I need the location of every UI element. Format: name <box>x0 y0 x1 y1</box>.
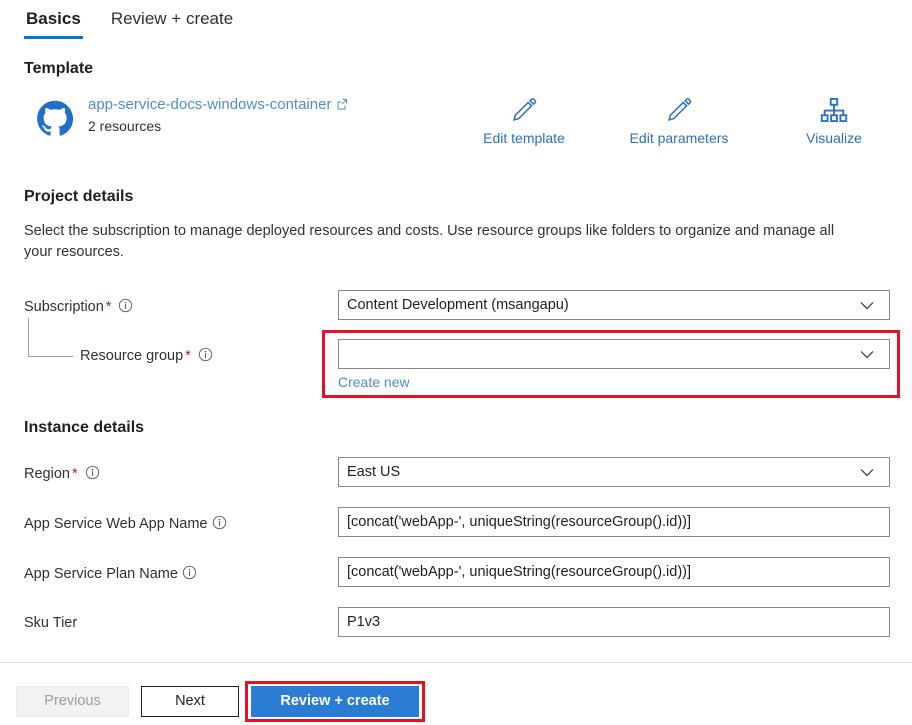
visualize-label: Visualize <box>806 130 862 146</box>
external-link-icon <box>336 97 348 114</box>
required-asterisk: * <box>105 299 112 315</box>
project-details-description: Select the subscription to manage deploy… <box>24 223 835 260</box>
footer-divider <box>0 662 912 663</box>
template-resource-count: 2 resources <box>88 118 162 134</box>
plan-name-input[interactable] <box>338 557 890 587</box>
info-icon[interactable] <box>182 565 197 584</box>
tab-basics[interactable]: Basics <box>24 8 83 39</box>
edit-template-button[interactable]: Edit template <box>444 96 604 146</box>
template-name: app-service-docs-windows-container <box>88 96 332 113</box>
template-heading: Template <box>24 60 94 77</box>
resource-group-label-text: Resource group <box>80 348 184 364</box>
template-link[interactable]: app-service-docs-windows-container <box>88 96 348 114</box>
info-icon[interactable] <box>198 347 213 366</box>
resource-group-select[interactable] <box>338 339 890 369</box>
sku-tier-input[interactable] <box>338 607 890 637</box>
plan-name-label-text: App Service Plan Name <box>24 566 178 582</box>
github-icon <box>36 100 74 138</box>
tree-connector <box>28 318 73 357</box>
sku-tier-label: Sku Tier <box>24 615 78 631</box>
hierarchy-icon <box>754 96 912 126</box>
review-create-button[interactable]: Review + create <box>251 686 419 717</box>
plan-name-label: App Service Plan Name <box>24 565 197 584</box>
edit-parameters-button[interactable]: Edit parameters <box>599 96 759 146</box>
tab-review-create[interactable]: Review + create <box>109 8 235 39</box>
required-asterisk: * <box>185 348 191 364</box>
subscription-label: Subscription * <box>24 298 133 317</box>
region-label-text: Region <box>24 466 70 482</box>
pencil-icon <box>599 96 759 126</box>
create-new-link[interactable]: Create new <box>338 374 410 390</box>
pencil-icon <box>444 96 604 126</box>
edit-template-label: Edit template <box>483 130 565 146</box>
resource-group-label: Resource group * <box>80 347 213 366</box>
region-select[interactable] <box>338 457 890 487</box>
previous-button[interactable]: Previous <box>16 686 129 717</box>
required-asterisk: * <box>71 466 78 482</box>
info-icon[interactable] <box>212 515 227 534</box>
web-app-name-input[interactable] <box>338 507 890 537</box>
visualize-button[interactable]: Visualize <box>754 96 912 146</box>
subscription-label-text: Subscription <box>24 299 104 315</box>
instance-details-heading: Instance details <box>24 419 145 436</box>
project-details-heading: Project details <box>24 188 134 205</box>
tab-bar: Basics Review + create <box>24 8 235 39</box>
subscription-select[interactable] <box>338 290 890 320</box>
edit-parameters-label: Edit parameters <box>629 130 729 146</box>
info-icon[interactable] <box>85 465 100 484</box>
region-label: Region * <box>24 465 100 484</box>
web-app-name-label: App Service Web App Name <box>24 515 227 534</box>
web-app-name-label-text: App Service Web App Name <box>24 516 208 532</box>
next-button[interactable]: Next <box>141 686 239 717</box>
template-summary-row: app-service-docs-windows-container 2 res… <box>24 96 888 154</box>
info-icon[interactable] <box>118 298 133 317</box>
